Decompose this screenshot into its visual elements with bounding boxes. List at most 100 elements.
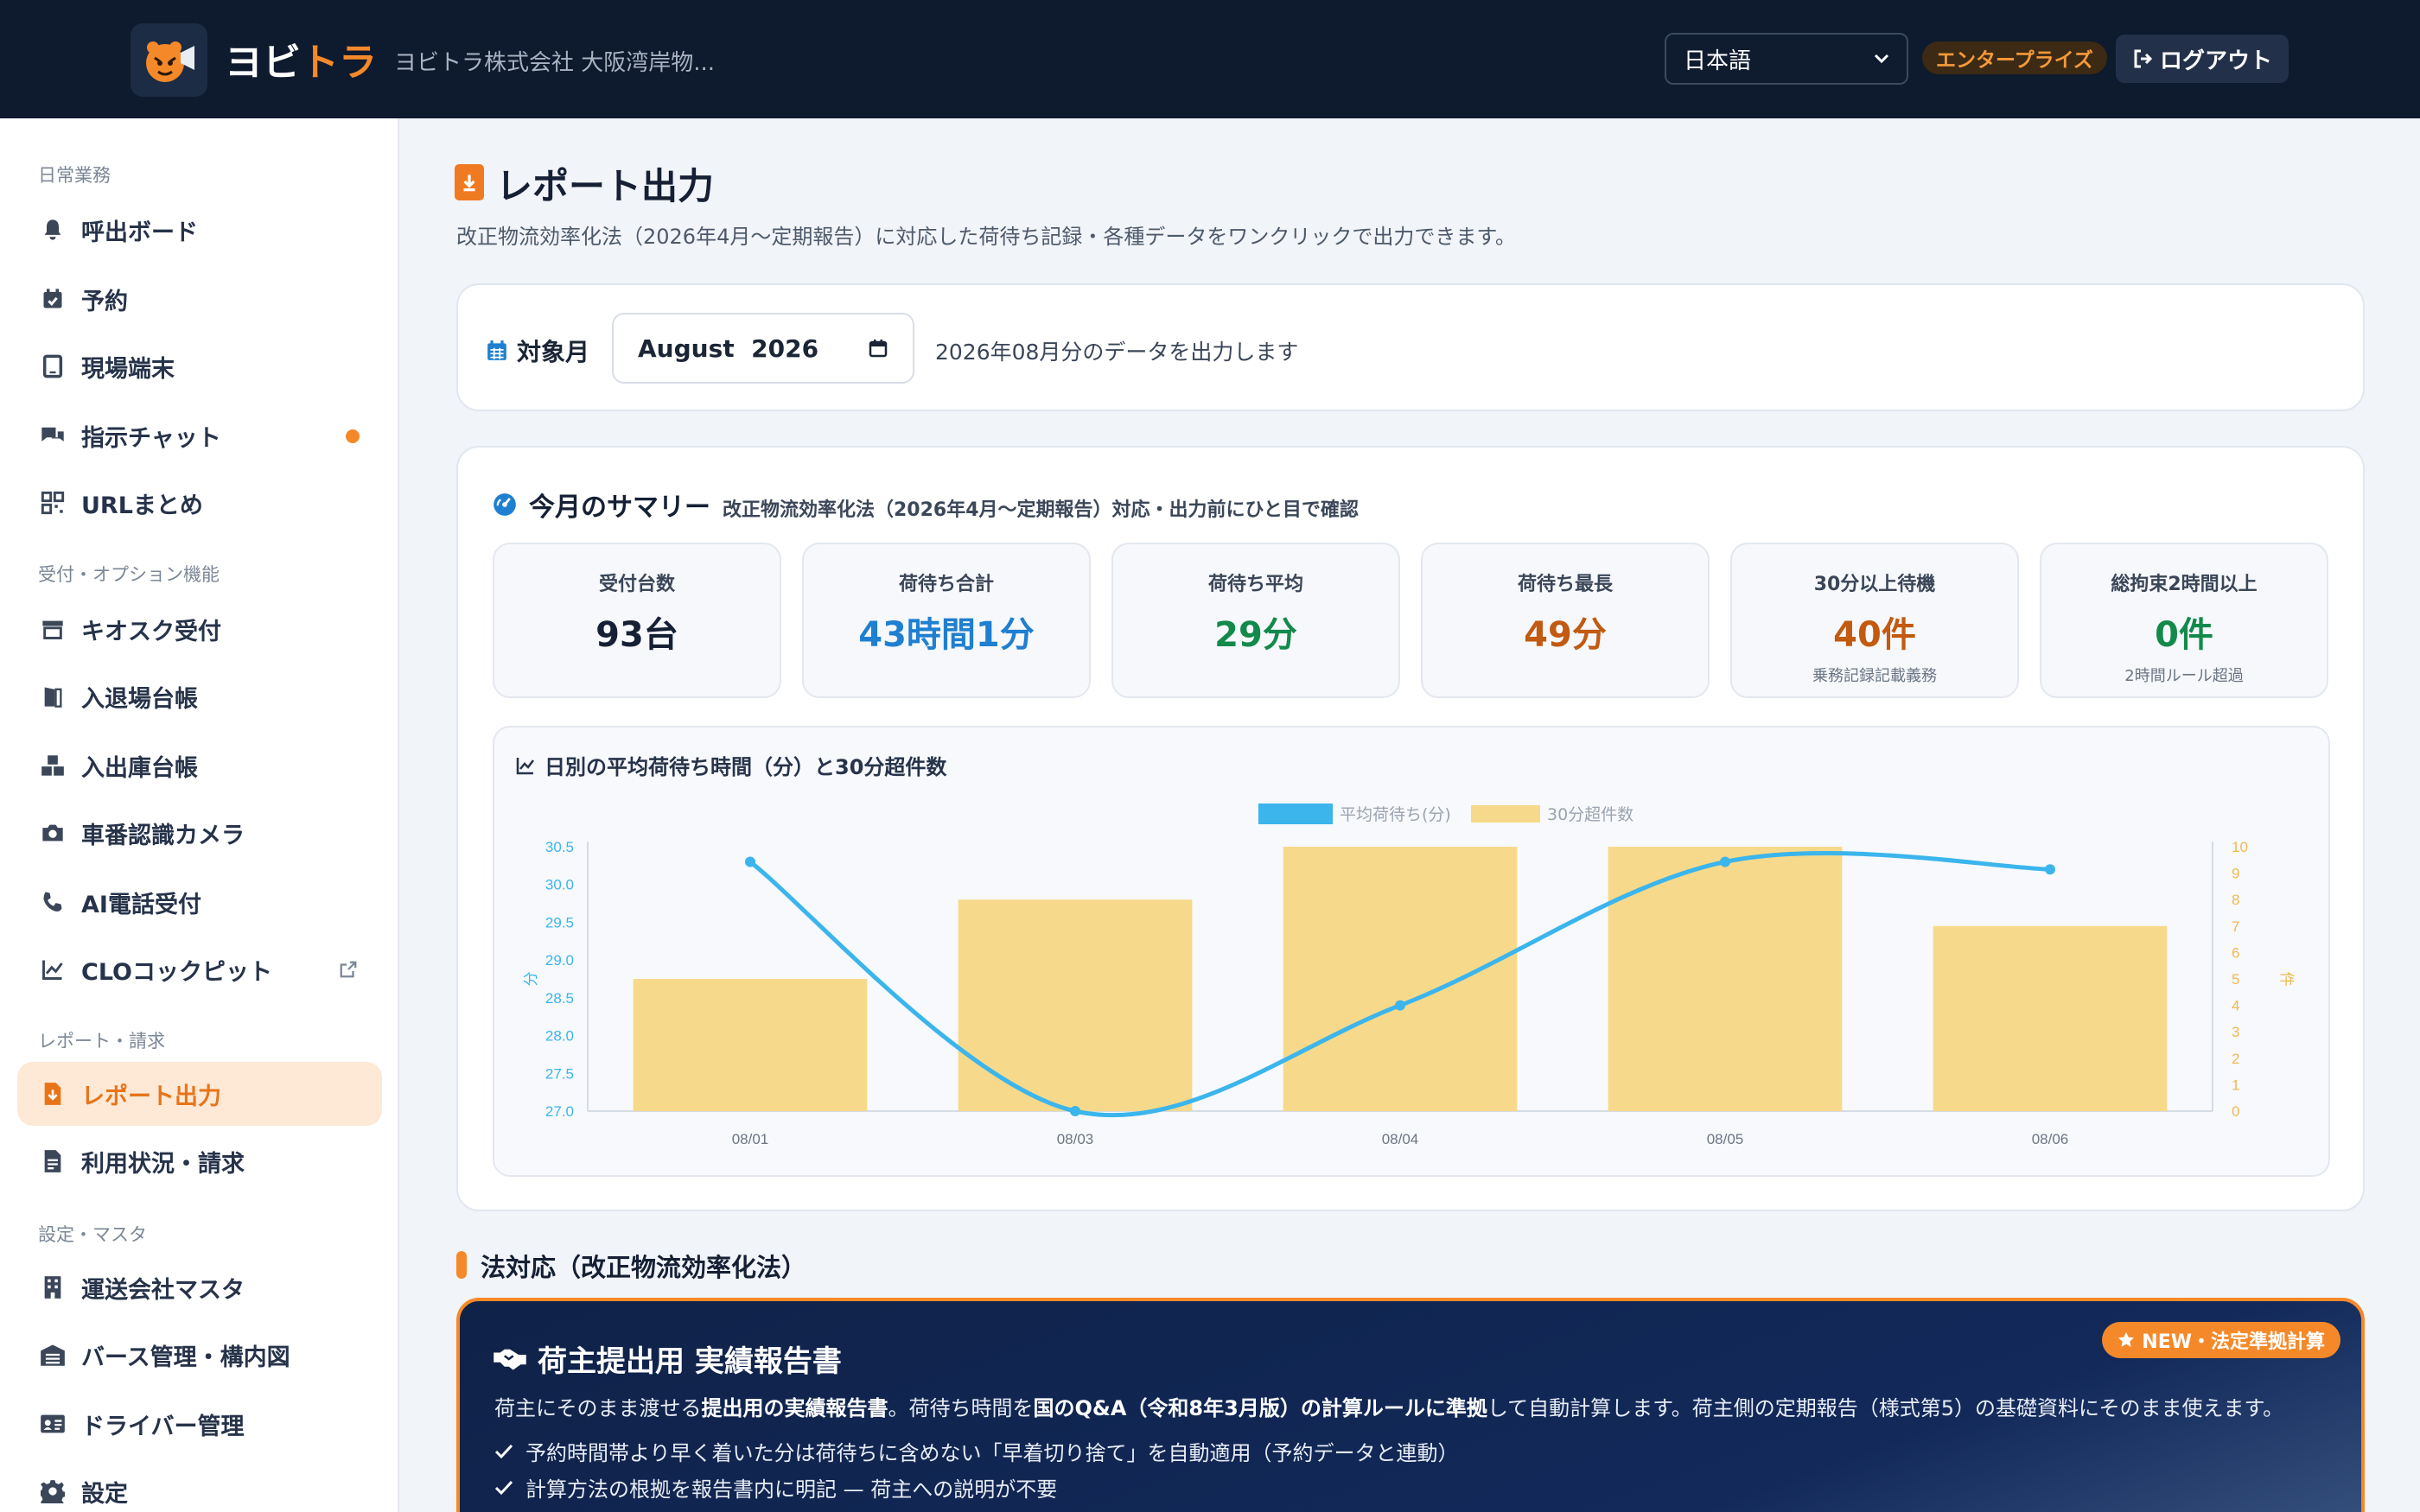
sidebar-item-label: 入退場台帳	[81, 685, 198, 713]
y-left-tick-label: 29.0	[545, 952, 574, 969]
bar-over-30min	[1933, 925, 2168, 1111]
sidebar-item-carrier-master[interactable]: 運送会社マスタ	[17, 1255, 382, 1319]
y-right-tick-label: 1	[2232, 1077, 2239, 1093]
sidebar-item-inout-log[interactable]: 入出庫台帳	[17, 734, 382, 797]
page-title: レポート出力	[496, 165, 715, 207]
sidebar-item-label: バース管理・構内図	[81, 1344, 290, 1371]
sidebar-item-entry-log[interactable]: 入退場台帳	[17, 664, 382, 728]
line-point	[1395, 1000, 1405, 1011]
chart-line-icon	[38, 955, 67, 984]
summary-title: 今月のサマリー	[529, 492, 710, 523]
y-right-tick-label: 3	[2232, 1024, 2239, 1040]
y-left-tick-label: 29.5	[545, 914, 574, 931]
target-month-text: 対象月	[517, 338, 590, 366]
sidebar-item-clo-cockpit[interactable]: CLOコックピット	[17, 937, 382, 1001]
stat-value: 40件	[1833, 615, 1916, 655]
sidebar-item-label: 予約	[81, 288, 128, 315]
y-left-tick-label: 28.0	[545, 1028, 574, 1045]
stat-card-wait-average: 荷待ち平均 29分	[1111, 543, 1400, 698]
chart-canvas: 30.530.029.529.028.528.027.527.010987654…	[523, 804, 2295, 1147]
sidebar-item-call-board[interactable]: 呼出ボード	[17, 198, 382, 262]
sidebar-item-usage-billing[interactable]: 利用状況・請求	[17, 1129, 382, 1193]
check-icon	[494, 1480, 513, 1495]
month-input[interactable]: August 2026	[612, 313, 914, 384]
sidebar-item-report-export[interactable]: レポート出力	[17, 1062, 382, 1126]
language-select[interactable]: 日本語	[1665, 33, 1908, 85]
logout-icon	[2134, 49, 2153, 68]
logout-label: ログアウト	[2159, 48, 2272, 74]
stat-label: 総拘束2時間以上	[2111, 574, 2258, 595]
sidebar-item-label: レポート出力	[81, 1083, 221, 1110]
sidebar-item-label: 運送会社マスタ	[81, 1276, 245, 1304]
y-left-tick-label: 30.5	[545, 839, 574, 855]
new-badge-label: NEW・法定準拠計算	[2142, 1331, 2325, 1353]
shipper-report-card[interactable]: NEW・法定準拠計算 荷主提出用 実績報告書 荷主にそのまま渡せる提出用の実績報…	[456, 1298, 2365, 1512]
check-item: 計算方法の根拠を報告書内に明記 — 荷主への説明が不要	[494, 1472, 1057, 1502]
id-card-icon	[38, 1409, 67, 1439]
report-desc-strong: 提出用の実績報告書	[701, 1396, 888, 1420]
stat-card-over-2hours: 総拘束2時間以上 0件 2時間ルール超過	[2040, 543, 2328, 698]
report-desc-part: 。荷待ち時間を	[888, 1396, 1034, 1420]
stat-card-wait-max: 荷待ち最長 49分	[1421, 543, 1710, 698]
sidebar-item-field-terminal[interactable]: 現場端末	[17, 334, 382, 398]
sidebar-item-kiosk[interactable]: キオスク受付	[17, 597, 382, 661]
y-right-tick-label: 4	[2232, 998, 2239, 1014]
y-left-tick-label: 28.5	[545, 990, 574, 1007]
door-icon	[38, 682, 67, 711]
sidebar-item-ai-phone[interactable]: AI電話受付	[17, 870, 382, 934]
stat-card-wait-total: 荷待ち合計 43時間1分	[802, 543, 1091, 698]
bar-over-30min	[958, 899, 1193, 1111]
sidebar-item-settings[interactable]: 設定	[17, 1459, 382, 1512]
stat-value: 0件	[2155, 615, 2213, 655]
month-note: 2026年08月分のデータを出力します	[935, 340, 1299, 365]
sidebar: 日常業務 呼出ボード 予約 現場端末 指示チャット URLまとめ 受付・オプショ…	[0, 118, 399, 1512]
calendar-picker-icon[interactable]	[868, 337, 888, 359]
kiosk-icon	[38, 614, 67, 644]
sidebar-item-berth-map[interactable]: バース管理・構内図	[17, 1323, 382, 1387]
sidebar-item-label: キオスク受付	[81, 618, 221, 645]
sidebar-section-settings: 設定・マスタ	[38, 1224, 147, 1245]
y-right-tick-label: 0	[2232, 1103, 2239, 1120]
y-right-tick-label: 2	[2232, 1051, 2239, 1067]
sidebar-item-label: 車番認識カメラ	[81, 822, 245, 849]
bell-icon	[38, 215, 67, 245]
star-icon	[2118, 1331, 2135, 1347]
x-tick-label: 08/03	[1057, 1131, 1094, 1147]
target-month-label: 対象月	[486, 334, 589, 368]
y-left-axis-label: 分	[523, 972, 540, 987]
stat-note: 2時間ルール超過	[2124, 667, 2244, 685]
external-link-icon	[339, 958, 358, 985]
report-desc-part: 荷主にそのまま渡せる	[494, 1396, 702, 1420]
y-right-tick-label: 8	[2232, 892, 2239, 908]
stat-label: 受付台数	[598, 574, 675, 595]
plan-badge: エンタープライズ	[1922, 41, 2107, 74]
line-point	[2045, 864, 2055, 875]
stat-label: 荷待ち平均	[1207, 574, 1303, 595]
sidebar-item-chat[interactable]: 指示チャット	[17, 403, 382, 467]
file-export-icon	[455, 164, 484, 200]
y-left-tick-label: 27.0	[545, 1103, 574, 1120]
x-tick-label: 08/06	[2032, 1131, 2069, 1147]
sidebar-item-reservation[interactable]: 予約	[17, 267, 382, 331]
y-right-tick-label: 7	[2232, 918, 2239, 935]
logout-button[interactable]: ログアウト	[2116, 35, 2289, 83]
legend-swatch-line	[1258, 804, 1333, 824]
sidebar-section-daily: 日常業務	[38, 165, 111, 186]
stat-label: 荷待ち最長	[1517, 574, 1613, 595]
tablet-icon	[38, 352, 67, 381]
brand-name[interactable]: ヨビトラ	[225, 31, 377, 86]
tiger-logo-icon[interactable]	[131, 23, 207, 97]
y-right-tick-label: 5	[2232, 971, 2239, 988]
chat-icon	[38, 421, 67, 450]
sidebar-item-label: 入出庫台帳	[81, 754, 198, 782]
sidebar-item-label: 設定	[81, 1480, 128, 1508]
sidebar-item-label: 呼出ボード	[81, 219, 198, 246]
sidebar-item-url-list[interactable]: URLまとめ	[17, 471, 382, 535]
sidebar-item-plate-camera[interactable]: 車番認識カメラ	[17, 801, 382, 865]
line-point	[1720, 856, 1730, 867]
x-tick-label: 08/01	[732, 1131, 769, 1147]
legend-swatch-bar	[1471, 805, 1540, 823]
sidebar-item-label: 現場端末	[81, 355, 175, 383]
sidebar-item-driver-management[interactable]: ドライバー管理	[17, 1392, 382, 1456]
unread-dot	[346, 429, 360, 443]
